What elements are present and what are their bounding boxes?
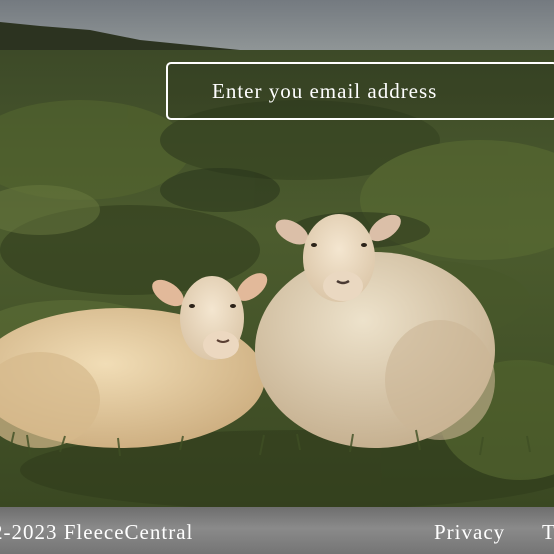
- terms-link[interactable]: T: [542, 520, 554, 545]
- footer: 2-2023 FleeceCentral Privacy T: [0, 507, 554, 554]
- copyright-text: 2-2023 FleeceCentral: [0, 520, 194, 544]
- email-input[interactable]: [168, 64, 554, 118]
- email-field[interactable]: [166, 62, 554, 120]
- privacy-link[interactable]: Privacy: [434, 520, 505, 545]
